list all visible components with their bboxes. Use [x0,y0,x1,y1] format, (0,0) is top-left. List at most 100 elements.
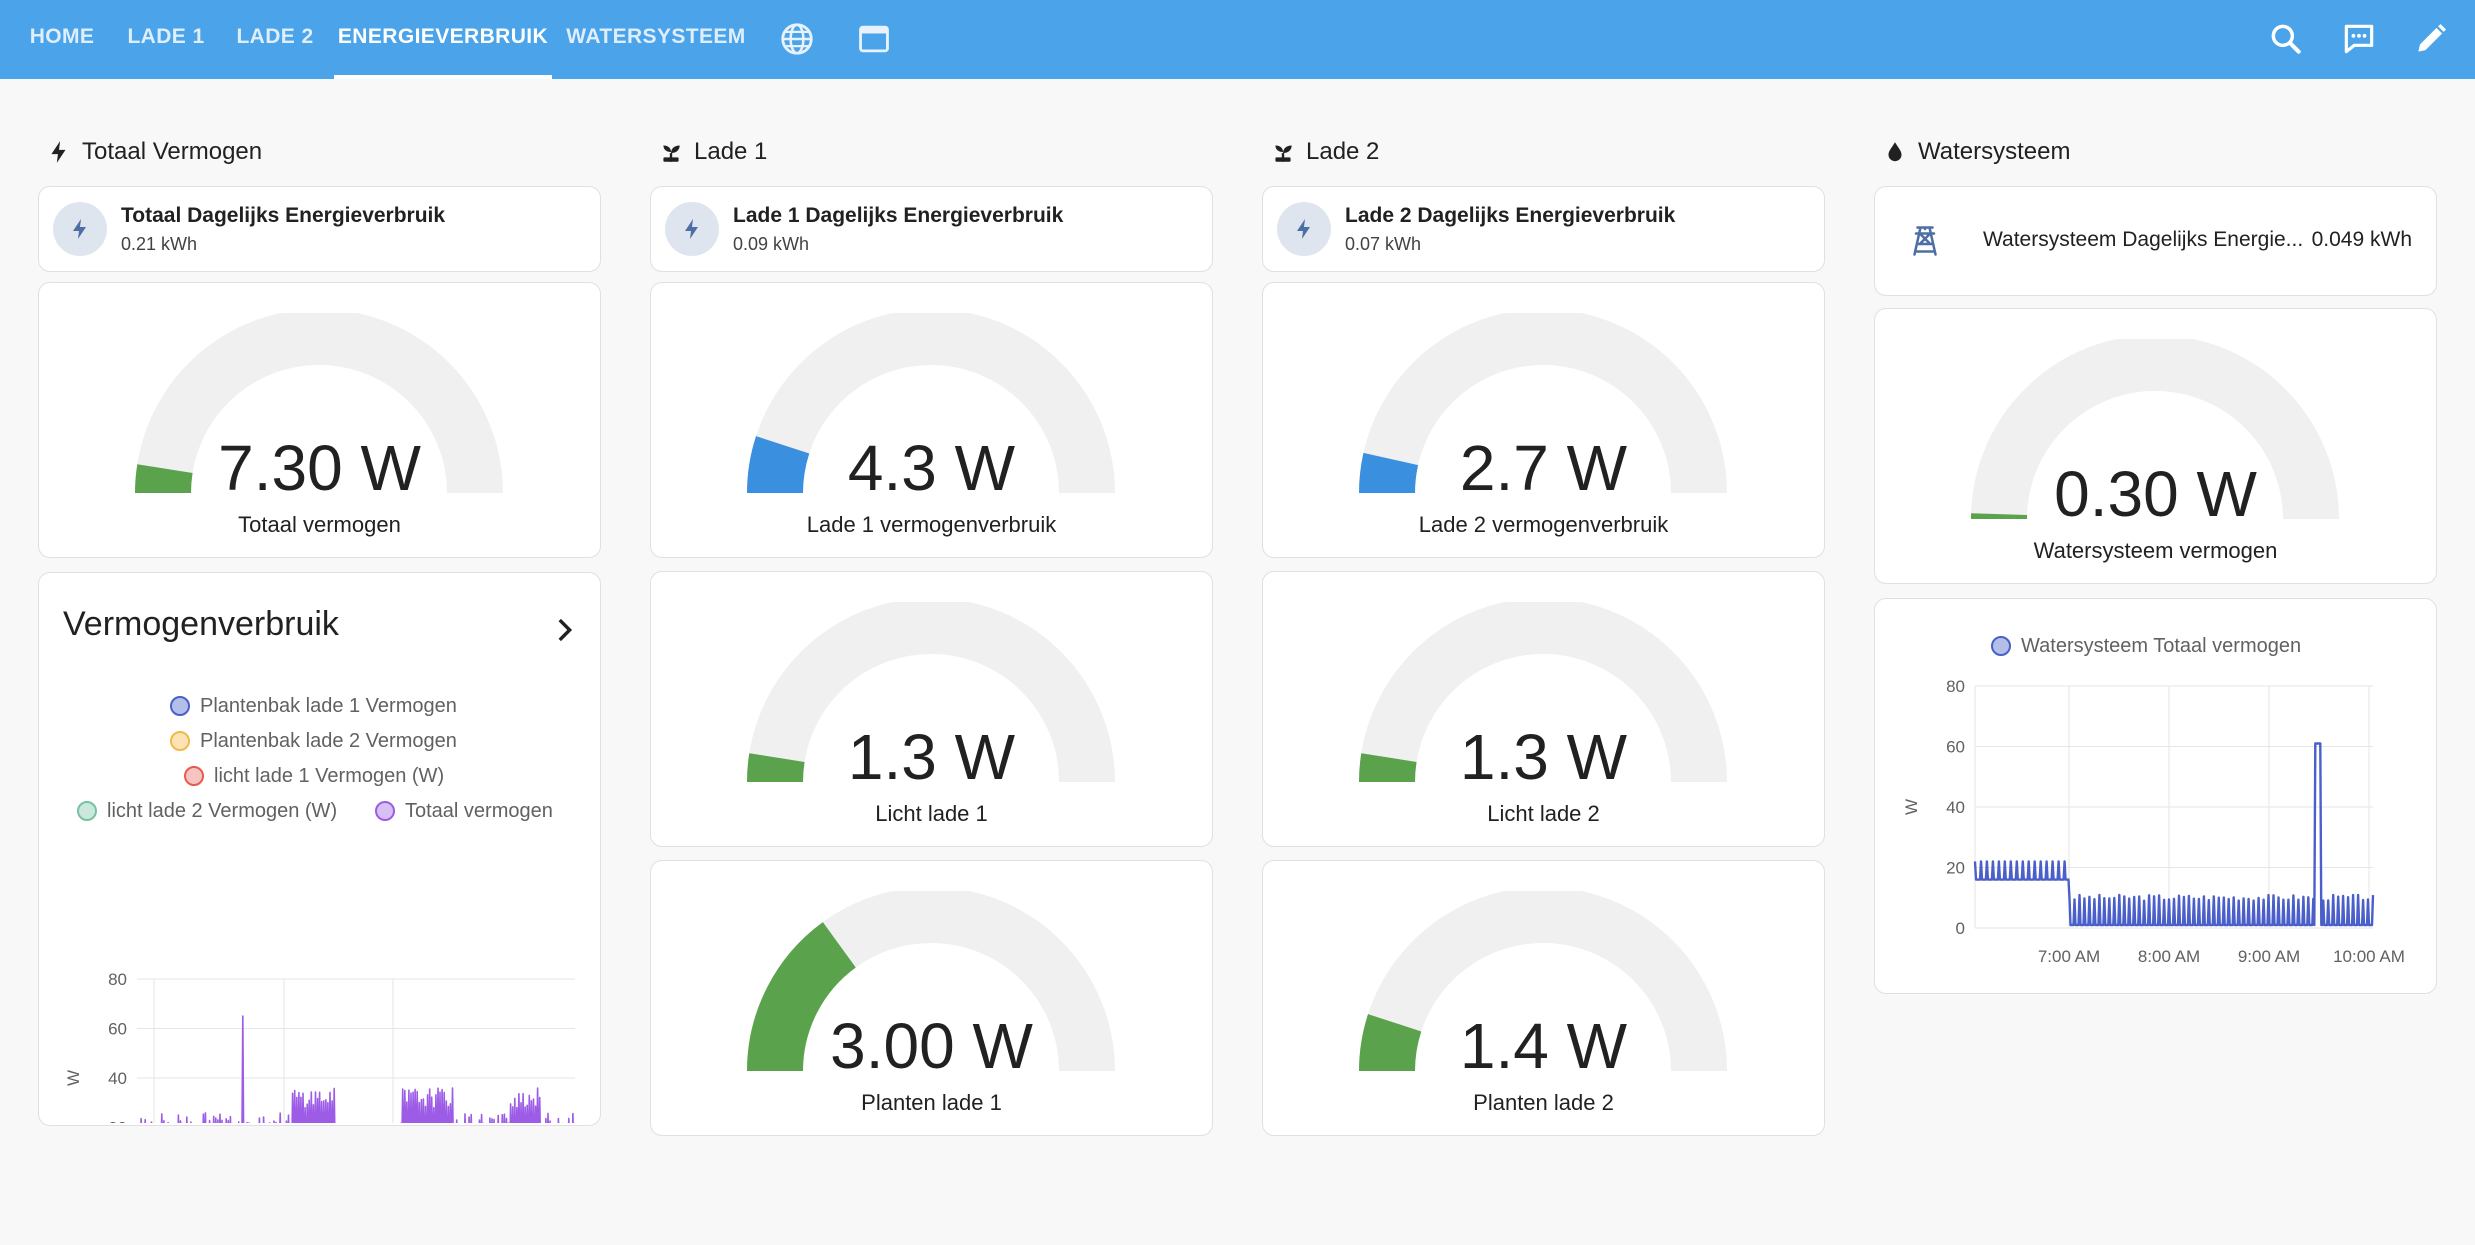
legend-swatch [170,731,190,751]
entity-value: 0.21 kWh [121,234,198,254]
column-heading: Lade 1 [650,126,1213,182]
gauge-card[interactable]: 1.3 W Licht lade 2 [1262,571,1825,847]
column-heading: Totaal Vermogen [38,126,601,182]
entity-name: Lade 2 Dagelijks Energieverbruik [1345,204,1676,227]
gauge-card[interactable]: 4.3 W Lade 1 vermogenverbruik [650,282,1213,558]
y-tick-label: 60 [108,1020,127,1039]
edit-icon[interactable] [2412,20,2450,58]
y-tick-label: 40 [1946,798,1965,817]
entity-card[interactable]: Totaal Dagelijks Energieverbruik 0.21 kW… [38,186,601,272]
gauge-value: 4.3 W [847,432,1016,504]
legend-label: Plantenbak lade 1 Vermogen [200,695,457,717]
column-title: Watersysteem [1918,138,2071,165]
column-heading: Watersysteem [1874,126,2437,182]
y-tick-label: 40 [108,1069,127,1088]
gauge-label: Watersysteem vermogen [2033,538,2278,563]
gauge-value: 1.4 W [1459,1010,1628,1082]
history-chart: 0 20 40 60 80 7:00 AM 8:00 AM 9:00 AM 10:00 AM W [1902,677,2405,966]
x-tick-label: 9:00 AM [2238,947,2300,966]
search-icon[interactable] [2267,20,2305,58]
legend-plantenbak-lade-1[interactable]: Plantenbak lade 1 Vermogen [170,695,457,718]
history-graph-card: Watersysteem Totaal vermogen 0 20 40 60 80 7:… [1874,598,2437,994]
flash-icon [665,202,719,256]
legend-licht-lade-1[interactable]: licht lade 1 Vermogen (W) [184,765,444,788]
legend-licht-lade-2[interactable]: licht lade 2 Vermogen (W) [77,800,337,823]
gauge-label: Planten lade 1 [861,1090,1002,1115]
history-title: Vermogenverbruik [63,605,339,643]
gauge-value: 1.3 W [847,721,1016,793]
x-tick-label: 8:00 AM [2138,947,2200,966]
legend-watersysteem-totaal[interactable]: Watersysteem Totaal vermogen [1991,635,2301,658]
tab-lade-2[interactable]: LADE 2 [228,0,322,79]
entity-value: 0.09 kWh [733,234,810,254]
gauge-label: Lade 2 vermogenverbruik [1418,512,1669,537]
gauge-card[interactable]: 7.30 W Totaal vermogen [38,282,601,558]
y-tick-label: 20 [1946,859,1965,878]
y-tick-label: 80 [108,970,127,989]
gauge-card[interactable]: 2.7 W Lade 2 vermogenverbruik [1262,282,1825,558]
series-line [140,1015,574,1123]
transmission-tower-icon [1913,226,1937,256]
y-axis-label: W [64,1070,83,1086]
x-tick-label: 10:00 AM [2333,947,2405,966]
legend-totaal-vermogen[interactable]: Totaal vermogen [375,800,553,823]
y-tick-label: 20 [108,1119,127,1124]
gauge-card[interactable]: 0.30 W Watersysteem vermogen [1874,308,2437,584]
legend-label: Totaal vermogen [405,800,553,822]
gauge-label: Licht lade 1 [875,801,988,826]
legend-swatch [375,801,395,821]
flash-icon [53,202,107,256]
y-tick-label: 60 [1946,738,1965,757]
history-chart: 02040608011:00 AM6:00 PMMay 13W [64,970,575,1124]
sprout-icon [663,145,680,162]
gauge-value: 1.3 W [1459,721,1628,793]
y-axis-label: W [1902,799,1921,815]
gauge-label: Planten lade 2 [1473,1090,1614,1115]
legend-swatch [77,801,97,821]
gauge-card[interactable]: 3.00 W Planten lade 1 [650,860,1213,1136]
flash-icon [51,141,66,163]
tab-watersysteem[interactable]: WATERSYSTEEM [566,0,746,79]
legend-swatch [1991,636,2011,656]
gauge-label: Totaal vermogen [238,512,401,537]
globe-icon[interactable] [778,20,816,58]
sprout-icon [1275,145,1292,162]
gauge-card[interactable]: 1.4 W Planten lade 2 [1262,860,1825,1136]
assist-icon[interactable] [2340,20,2378,58]
legend-swatch [184,766,204,786]
entity-value: 0.07 kWh [1345,234,1422,254]
tab-lade-1[interactable]: LADE 1 [120,0,212,79]
top-app-bar: HOME LADE 1 LADE 2 ENERGIEVERBRUIK WATER… [0,0,2475,79]
tab-energieverbruik[interactable]: ENERGIEVERBRUIK [334,0,552,79]
legend-label: licht lade 1 Vermogen (W) [214,765,445,787]
tab-home[interactable]: HOME [14,0,110,79]
x-tick-label: 7:00 AM [2038,947,2100,966]
panel-icon[interactable] [855,20,893,58]
entity-card[interactable]: Lade 1 Dagelijks Energieverbruik 0.09 kW… [650,186,1213,272]
entity-row-card[interactable]: Watersysteem Dagelijks Energie... 0.049 … [1874,186,2437,296]
chevron-right-icon[interactable] [547,613,581,647]
gauge-card[interactable]: 1.3 W Licht lade 1 [650,571,1213,847]
entity-card[interactable]: Lade 2 Dagelijks Energieverbruik 0.07 kW… [1262,186,1825,272]
entity-name: Totaal Dagelijks Energieverbruik [121,204,446,227]
column-title: Totaal Vermogen [82,138,263,165]
gauge-value: 7.30 W [218,432,421,504]
legend-plantenbak-lade-2[interactable]: Plantenbak lade 2 Vermogen [170,730,457,753]
gauge-label: Licht lade 2 [1487,801,1600,826]
y-tick-label: 0 [1956,919,1965,938]
column-title: Lade 1 [694,138,768,165]
entity-name: Lade 1 Dagelijks Energieverbruik [733,204,1064,227]
gauge-label: Lade 1 vermogenverbruik [806,512,1057,537]
history-graph-card: Vermogenverbruik Plantenbak lade 1 Vermo… [38,572,601,1126]
legend-label: Watersysteem Totaal vermogen [2021,635,2302,657]
gauge-value: 0.30 W [2054,458,2257,530]
water-drop-icon [1888,142,1902,162]
entity-value: 0.049 kWh [2311,228,2412,251]
column-title: Lade 2 [1306,138,1380,165]
gauge-value: 3.00 W [830,1010,1033,1082]
gauge-value: 2.7 W [1459,432,1628,504]
entity-name: Watersysteem Dagelijks Energie... [1983,228,2304,251]
legend-label: licht lade 2 Vermogen (W) [107,800,338,822]
series-line [1973,742,2375,927]
column-heading: Lade 2 [1262,126,1825,182]
